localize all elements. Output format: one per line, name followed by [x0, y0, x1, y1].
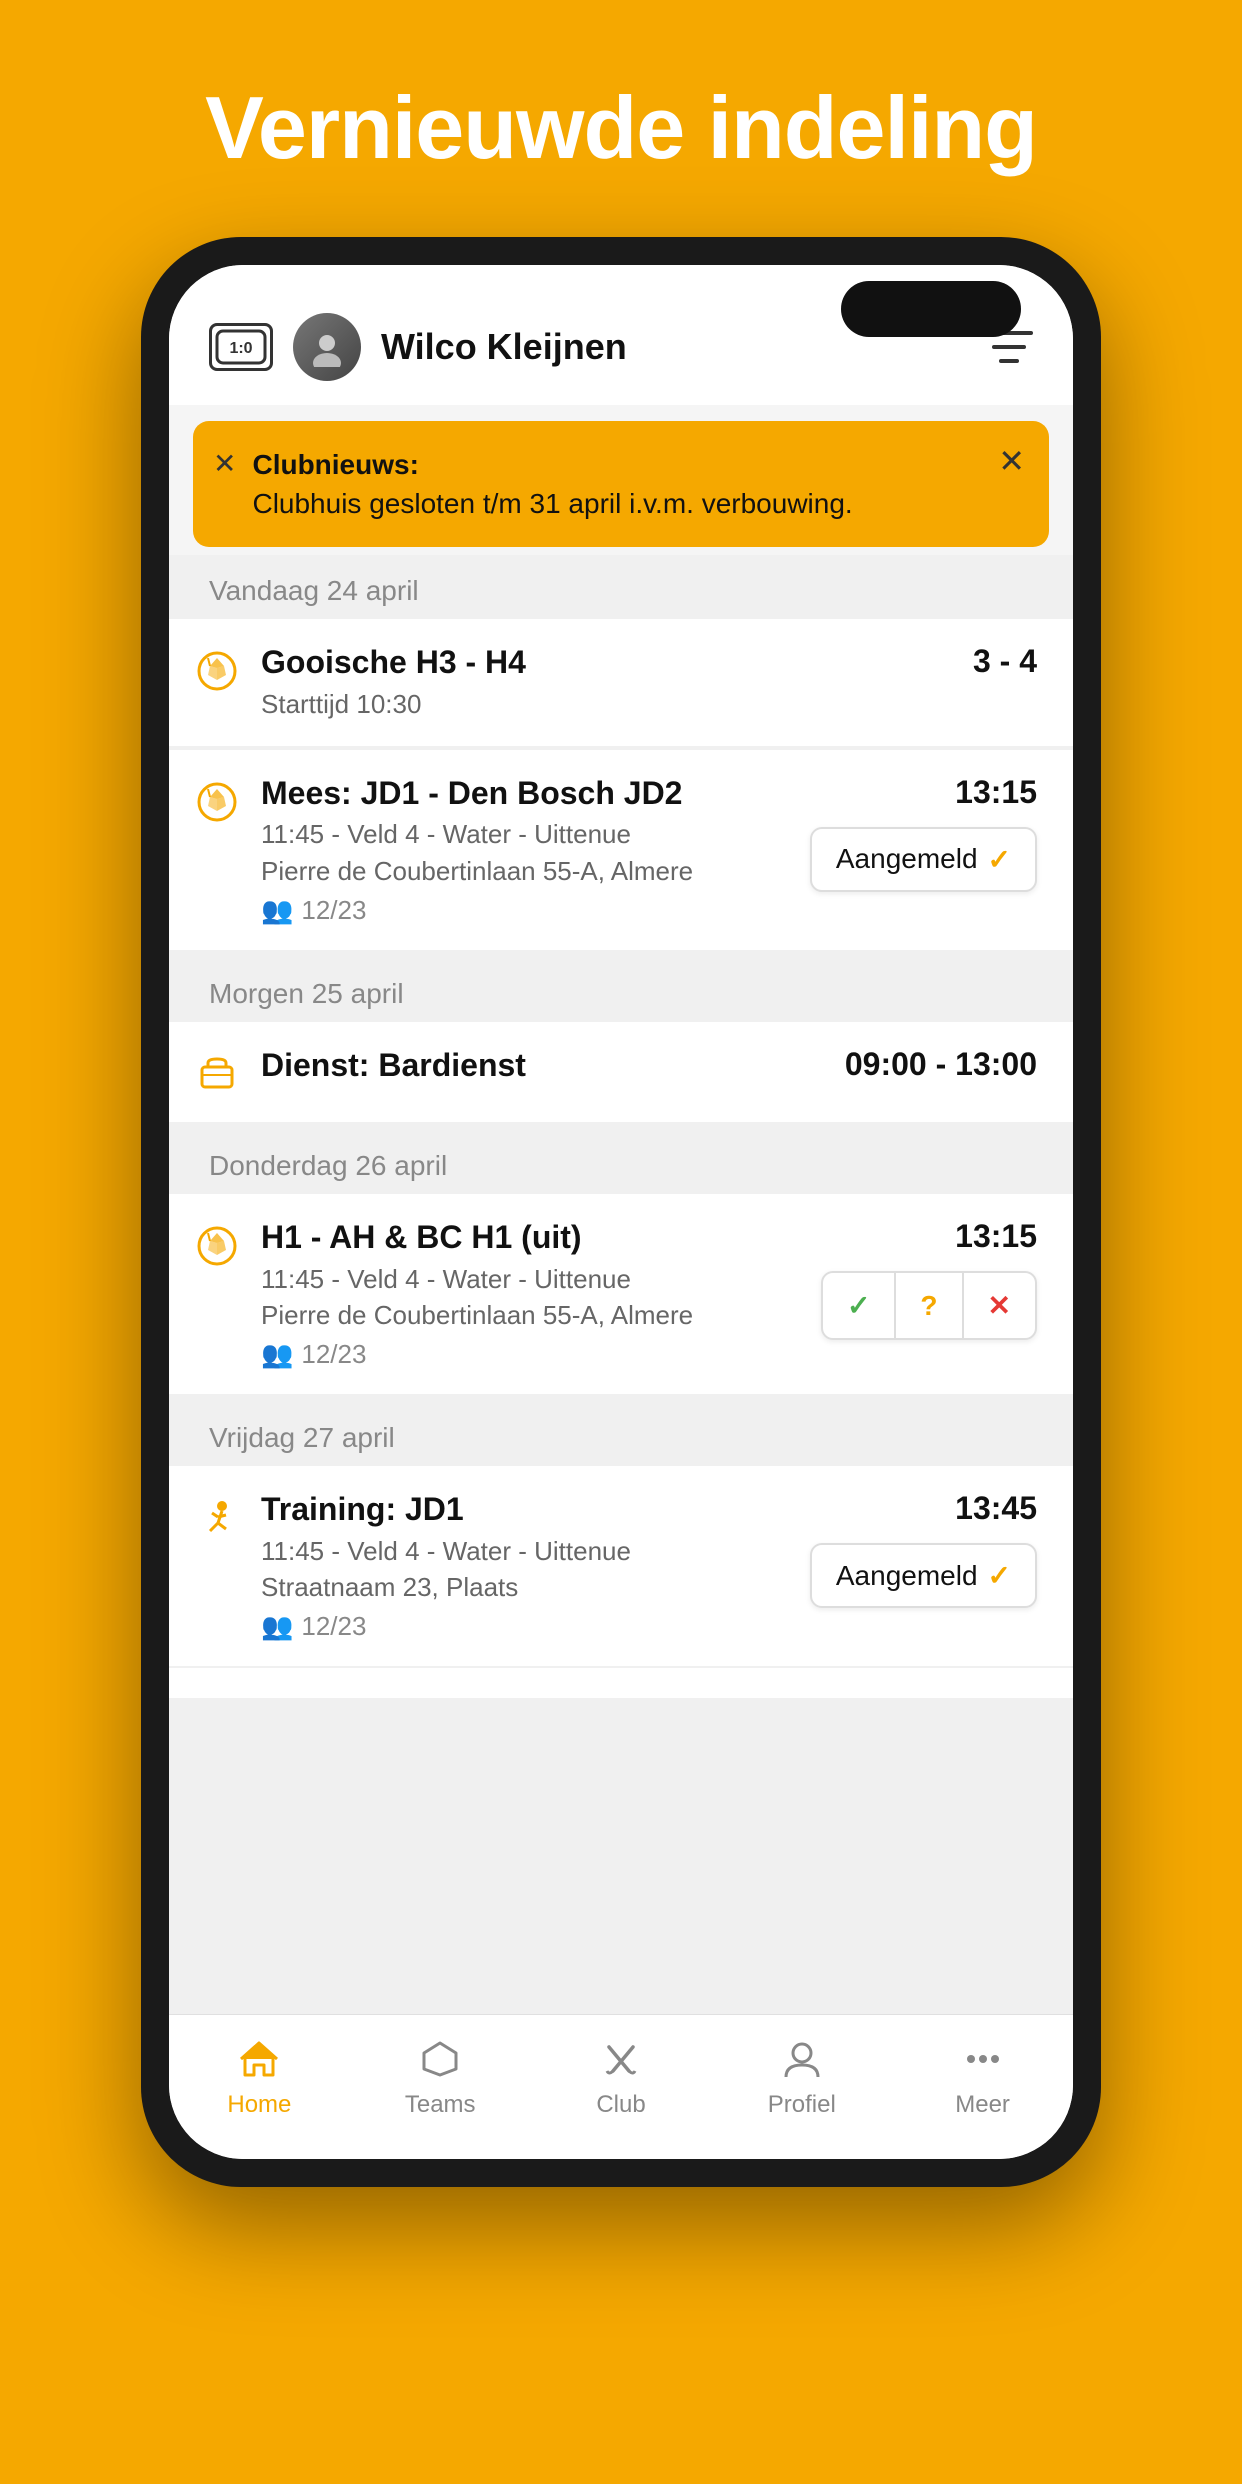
nav-item-profiel[interactable]: Profiel	[711, 2035, 892, 2119]
notif-x-icon: ✕	[213, 447, 236, 480]
event-content-h1: H1 - AH & BC H1 (uit) 11:45 - Veld 4 - W…	[261, 1218, 801, 1370]
phone-camera	[841, 281, 1021, 337]
match-icon-h1	[193, 1222, 241, 1270]
service-icon-bardienst	[193, 1050, 241, 1098]
event-card-mees[interactable]: Mees: JD1 - Den Bosch JD2 11:45 - Veld 4…	[169, 750, 1073, 950]
event-card-h1[interactable]: H1 - AH & BC H1 (uit) 11:45 - Veld 4 - W…	[169, 1194, 1073, 1394]
phone-frame: 1:0 Wilco Kleijnen ✕ Clubnieuws: Clubh	[141, 237, 1101, 2187]
nav-label-profiel: Profiel	[768, 2091, 836, 2119]
page-background-title: Vernieuwde indeling	[205, 80, 1037, 177]
rsvp-no-h1[interactable]: ✕	[962, 1273, 1035, 1338]
event-time-h1: 13:15	[955, 1218, 1037, 1255]
match-icon	[193, 647, 241, 695]
event-right-bardienst: 09:00 - 13:00	[845, 1046, 1037, 1083]
event-score-gooische: 3 - 4	[973, 643, 1037, 680]
more-icon	[955, 2035, 1011, 2083]
aangemeld-button-mees[interactable]: Aangemeld ✓	[810, 827, 1037, 892]
avatar[interactable]	[293, 313, 361, 381]
nav-item-meer[interactable]: Meer	[892, 2035, 1073, 2119]
event-members-training: 👥 12/23	[261, 1611, 790, 1642]
nav-item-home[interactable]: Home	[169, 2035, 350, 2119]
event-subtitle-h1: 11:45 - Veld 4 - Water - Uittenue	[261, 1261, 801, 1297]
event-title-gooische: Gooische H3 - H4	[261, 643, 953, 681]
training-icon	[193, 1494, 241, 1542]
event-location-training: Straatnaam 23, Plaats	[261, 1569, 790, 1605]
date-header-today: Vandaag 24 april	[169, 555, 1073, 619]
svg-text:1:0: 1:0	[229, 340, 252, 357]
event-content-mees: Mees: JD1 - Den Bosch JD2 11:45 - Veld 4…	[261, 774, 790, 926]
event-content-training: Training: JD1 11:45 - Veld 4 - Water - U…	[261, 1490, 790, 1642]
check-icon-mees: ✓	[988, 843, 1011, 876]
content-area: Vandaag 24 april Gooische H3 - H4 Startt…	[169, 555, 1073, 2014]
notif-content: Clubnieuws: Clubhuis gesloten t/m 31 apr…	[252, 445, 982, 523]
event-right-h1: 13:15 ✓ ? ✕	[821, 1218, 1037, 1340]
notif-message: Clubhuis gesloten t/m 31 april i.v.m. ve…	[252, 488, 852, 519]
teams-icon	[412, 2035, 468, 2083]
members-count-training: 12/23	[301, 1611, 366, 1642]
event-right-training: 13:45 Aangemeld ✓	[810, 1490, 1037, 1608]
nav-label-club: Club	[596, 2091, 645, 2119]
nav-item-teams[interactable]: Teams	[350, 2035, 531, 2119]
event-right-gooische: 3 - 4	[973, 643, 1037, 680]
match-icon-mees	[193, 778, 241, 826]
event-members-mees: 👥 12/23	[261, 895, 790, 926]
event-time-training: 13:45	[955, 1490, 1037, 1527]
event-members-h1: 👥 12/23	[261, 1339, 801, 1370]
club-icon	[593, 2035, 649, 2083]
date-header-morgen: Morgen 25 april	[169, 958, 1073, 1022]
event-card-gooische[interactable]: Gooische H3 - H4 Starttijd 10:30 3 - 4	[169, 619, 1073, 746]
event-title-h1: H1 - AH & BC H1 (uit)	[261, 1218, 801, 1256]
bottom-nav: Home Teams	[169, 2014, 1073, 2159]
rsvp-maybe-h1[interactable]: ?	[894, 1273, 961, 1338]
notif-close-icon[interactable]: ✕	[998, 445, 1025, 477]
event-content-bardienst: Dienst: Bardienst	[261, 1046, 825, 1084]
event-time-bardienst: 09:00 - 13:00	[845, 1046, 1037, 1083]
rsvp-yes-h1[interactable]: ✓	[823, 1273, 894, 1338]
event-title-bardienst: Dienst: Bardienst	[261, 1046, 825, 1084]
event-subtitle-mees: 11:45 - Veld 4 - Water - Uittenue	[261, 816, 790, 852]
members-icon-h1: 👥	[261, 1339, 293, 1370]
members-icon-training: 👥	[261, 1611, 293, 1642]
aangemeld-button-training[interactable]: Aangemeld ✓	[810, 1543, 1037, 1608]
nav-label-home: Home	[227, 2091, 291, 2119]
members-icon-mees: 👥	[261, 895, 293, 926]
profile-icon	[774, 2035, 830, 2083]
home-icon	[231, 2035, 287, 2083]
aangemeld-label-mees: Aangemeld	[836, 843, 978, 875]
date-header-vrijdag: Vrijdag 27 april	[169, 1402, 1073, 1466]
nav-label-meer: Meer	[955, 2091, 1010, 2119]
aangemeld-label-training: Aangemeld	[836, 1560, 978, 1592]
event-card-training[interactable]: Training: JD1 11:45 - Veld 4 - Water - U…	[169, 1466, 1073, 1666]
event-title-mees: Mees: JD1 - Den Bosch JD2	[261, 774, 790, 812]
nav-item-club[interactable]: Club	[531, 2035, 712, 2119]
rsvp-buttons-h1: ✓ ? ✕	[821, 1271, 1037, 1340]
members-count-mees: 12/23	[301, 895, 366, 926]
members-count-h1: 12/23	[301, 1339, 366, 1370]
date-header-donderdag: Donderdag 26 april	[169, 1130, 1073, 1194]
event-title-training: Training: JD1	[261, 1490, 790, 1528]
score-icon[interactable]: 1:0	[209, 323, 273, 371]
event-subtitle-gooische: Starttijd 10:30	[261, 686, 953, 722]
notif-title: Clubnieuws:	[252, 445, 982, 484]
event-subtitle-training: 11:45 - Veld 4 - Water - Uittenue	[261, 1533, 790, 1569]
notification-banner: ✕ Clubnieuws: Clubhuis gesloten t/m 31 a…	[193, 421, 1049, 547]
event-right-mees: 13:15 Aangemeld ✓	[810, 774, 1037, 892]
check-icon-training: ✓	[988, 1559, 1011, 1592]
event-location-mees: Pierre de Coubertinlaan 55-A, Almere	[261, 853, 790, 889]
event-time-mees: 13:15	[955, 774, 1037, 811]
event-card-bardienst[interactable]: Dienst: Bardienst 09:00 - 13:00	[169, 1022, 1073, 1122]
event-location-h1: Pierre de Coubertinlaan 55-A, Almere	[261, 1297, 801, 1333]
event-content-gooische: Gooische H3 - H4 Starttijd 10:30	[261, 643, 953, 722]
phone-screen: 1:0 Wilco Kleijnen ✕ Clubnieuws: Clubh	[169, 265, 1073, 2159]
nav-label-teams: Teams	[405, 2091, 476, 2119]
